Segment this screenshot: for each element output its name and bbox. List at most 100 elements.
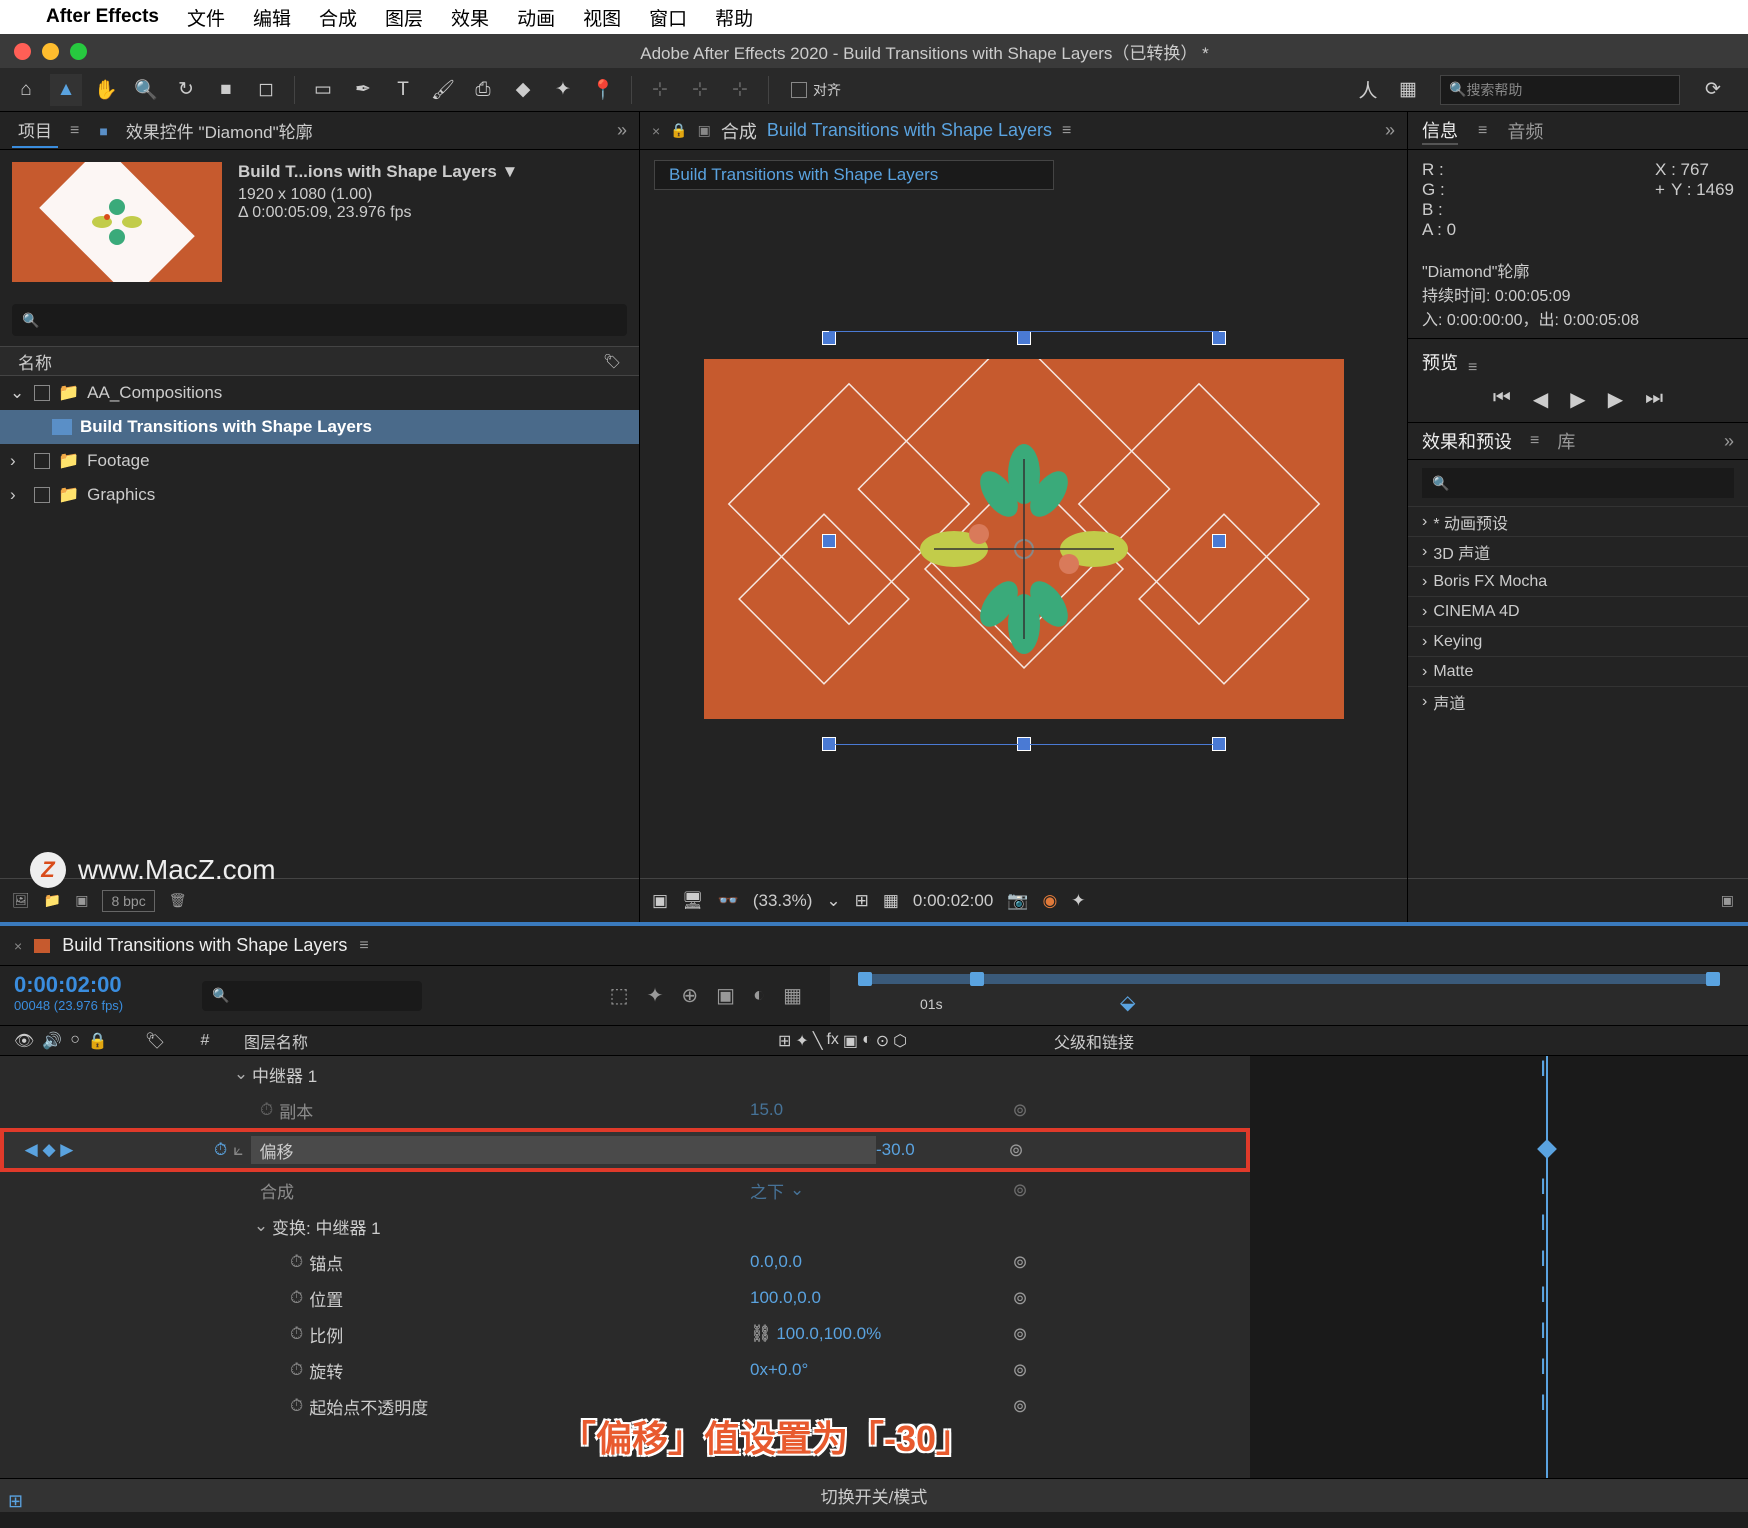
stopwatch-icon[interactable]: ⏱ xyxy=(260,1100,273,1120)
close-tab-icon[interactable]: × xyxy=(652,123,660,139)
region-icon[interactable]: ▣ xyxy=(652,891,668,911)
property-value[interactable]: -30.0 xyxy=(876,1140,986,1160)
dropdown-icon[interactable]: ⌄ xyxy=(826,891,840,911)
switch-icon[interactable]: ◐ xyxy=(862,1031,872,1051)
interpret-icon[interactable]: 🖼 xyxy=(12,892,30,909)
draft3d-icon[interactable]: ✦ xyxy=(647,983,664,1008)
axis-tool-2[interactable]: ⊹ xyxy=(684,74,716,106)
property-group[interactable]: ⌄ 变换: 中继器 1 xyxy=(0,1208,1250,1244)
graph-icon[interactable]: ⟀ xyxy=(233,1140,243,1160)
zoom-level[interactable]: (33.3%) xyxy=(753,891,813,911)
effects-category[interactable]: ›* 动画预设 xyxy=(1408,506,1748,536)
comp-title[interactable]: Build T...ions with Shape Layers ▼ xyxy=(238,162,627,182)
eye-icon[interactable]: 👁 xyxy=(14,1031,34,1051)
graph-editor-icon[interactable]: ▦ xyxy=(783,983,802,1008)
property-row[interactable]: ⏱ 旋转 0x+0.0° ⊚ xyxy=(0,1352,1250,1388)
work-area-start-handle[interactable] xyxy=(858,972,872,986)
camera-tool[interactable]: ◻ xyxy=(250,74,282,106)
sync-icon[interactable]: ⟳ xyxy=(1688,74,1738,106)
menu-layer[interactable]: 图层 xyxy=(385,4,423,31)
panel-menu-icon[interactable]: ≡ xyxy=(359,937,368,955)
tab-info[interactable]: 信息 xyxy=(1422,117,1458,145)
prev-frame-icon[interactable]: ◀ xyxy=(1533,387,1548,412)
last-frame-icon[interactable]: ⏭ xyxy=(1645,387,1663,412)
timecode-display[interactable]: 0:00:02:00 00048 (23.976 fps) xyxy=(0,966,190,1025)
orbit-tool[interactable]: ↻ xyxy=(170,74,202,106)
panel-menu-icon[interactable]: ≡ xyxy=(1530,432,1539,450)
comp-tab-name[interactable]: Build Transitions with Shape Layers xyxy=(767,120,1052,141)
composition-viewer[interactable] xyxy=(640,200,1407,878)
type-tool[interactable]: T xyxy=(387,74,419,106)
axis-tool-3[interactable]: ⊹ xyxy=(724,74,756,106)
chevron-down-icon[interactable]: ⌄ xyxy=(250,1216,272,1236)
hand-tool[interactable]: ✋ xyxy=(90,74,122,106)
timeline-comp-name[interactable]: Build Transitions with Shape Layers xyxy=(62,935,347,956)
property-value[interactable]: ⛓ 100.0,100.0% xyxy=(750,1324,990,1344)
trash-icon[interactable]: 🗑 xyxy=(169,892,187,909)
effects-category[interactable]: ›声道 xyxy=(1408,686,1748,716)
audio-icon[interactable]: 🔊 xyxy=(42,1031,62,1051)
property-row[interactable]: ⏱ 副本 15.0 ⊚ xyxy=(0,1092,1250,1128)
color-depth-button[interactable]: 8 bpc xyxy=(102,890,154,912)
close-window-icon[interactable] xyxy=(14,43,31,60)
maximize-window-icon[interactable] xyxy=(70,43,87,60)
first-frame-icon[interactable]: ⏮ xyxy=(1493,387,1511,412)
timeline-search[interactable]: 🔍 xyxy=(202,981,422,1011)
keyframe-diamond-icon[interactable] xyxy=(1537,1139,1557,1159)
menu-edit[interactable]: 编辑 xyxy=(253,4,291,31)
time-ruler[interactable]: 01s ⬙ xyxy=(830,966,1748,1025)
layer-name-column[interactable]: 图层名称 xyxy=(230,1029,770,1053)
property-value[interactable]: 0.0,0.0 xyxy=(750,1252,990,1272)
pickwhip-icon[interactable]: ⊚ xyxy=(986,1140,1046,1161)
parent-column[interactable]: 父级和链接 xyxy=(1040,1029,1270,1053)
playhead-indicator-icon[interactable]: ⬙ xyxy=(1120,990,1135,1015)
chain-icon[interactable]: ⛓ xyxy=(750,1324,772,1343)
expand-icon[interactable]: » xyxy=(1724,431,1734,452)
transform-handle[interactable] xyxy=(1212,331,1226,345)
pickwhip-icon[interactable]: ⊚ xyxy=(990,1396,1050,1417)
keyframe-nav[interactable]: ◀ ◆ ▶ xyxy=(4,1140,94,1160)
composition-thumbnail[interactable] xyxy=(12,162,222,282)
property-value[interactable]: 0x+0.0° xyxy=(750,1360,990,1380)
new-bin-icon[interactable]: ▣ xyxy=(1721,892,1734,909)
property-row[interactable]: ⏱ 位置 100.0,0.0 ⊚ xyxy=(0,1280,1250,1316)
comp-flowchart-icon[interactable]: ⬚ xyxy=(610,983,629,1008)
transform-handle[interactable] xyxy=(1212,534,1226,548)
current-time[interactable]: 0:00:02:00 xyxy=(913,891,993,911)
pickwhip-icon[interactable]: ⊚ xyxy=(990,1180,1050,1201)
pickwhip-icon[interactable]: ⊚ xyxy=(990,1100,1050,1121)
timeline-options-icon[interactable]: ⊞ xyxy=(8,1491,23,1512)
resolution-icon[interactable]: ⊞ xyxy=(855,891,869,911)
menu-animation[interactable]: 动画 xyxy=(517,4,555,31)
number-column[interactable]: # xyxy=(180,1032,230,1050)
menu-file[interactable]: 文件 xyxy=(187,4,225,31)
shy-icon[interactable]: ⊕ xyxy=(681,983,698,1008)
rectangle-tool[interactable]: ▭ xyxy=(307,74,339,106)
tab-effect-controls[interactable]: 效果控件 "Diamond"轮廓 xyxy=(120,114,319,147)
motion-blur-icon[interactable]: ◐ xyxy=(753,984,765,1007)
rotation-tool[interactable]: ■ xyxy=(210,74,242,106)
project-column-header[interactable]: 名称 🏷 xyxy=(0,346,639,376)
switch-icon[interactable]: ▣ xyxy=(843,1031,858,1051)
flowchart-button[interactable]: Build Transitions with Shape Layers xyxy=(654,160,1054,190)
effects-category[interactable]: ›CINEMA 4D xyxy=(1408,596,1748,626)
tab-project[interactable]: 项目 xyxy=(12,113,58,148)
panel-menu-icon[interactable]: ≡ xyxy=(1478,122,1487,140)
effects-category[interactable]: ›Boris FX Mocha xyxy=(1408,566,1748,596)
expand-panel-icon[interactable]: » xyxy=(617,120,627,141)
switch-icon[interactable]: ⊞ xyxy=(778,1031,791,1051)
panel-menu-icon[interactable]: ≡ xyxy=(70,122,79,140)
solo-icon[interactable]: ○ xyxy=(70,1031,80,1051)
exposure-icon[interactable]: ✦ xyxy=(1071,891,1085,911)
chevron-down-icon[interactable]: ⌄ xyxy=(230,1064,252,1084)
property-row[interactable]: 合成 之下⌄ ⊚ xyxy=(0,1172,1250,1208)
timeline-footer[interactable]: 切换开关/模式 xyxy=(0,1478,1748,1512)
frame-blend-icon[interactable]: ▣ xyxy=(716,983,735,1008)
property-row-offset[interactable]: ◀ ◆ ▶ ⏱ ⟀ 偏移 -30.0 ⊚ xyxy=(0,1128,1250,1172)
panel-menu-icon[interactable]: ≡ xyxy=(1468,359,1477,377)
menu-help[interactable]: 帮助 xyxy=(715,4,753,31)
switch-icon[interactable]: ✦ xyxy=(795,1031,808,1051)
project-item-comp[interactable]: Build Transitions with Shape Layers xyxy=(0,410,639,444)
minimize-window-icon[interactable] xyxy=(42,43,59,60)
puppet-tool[interactable]: 📍 xyxy=(587,74,619,106)
